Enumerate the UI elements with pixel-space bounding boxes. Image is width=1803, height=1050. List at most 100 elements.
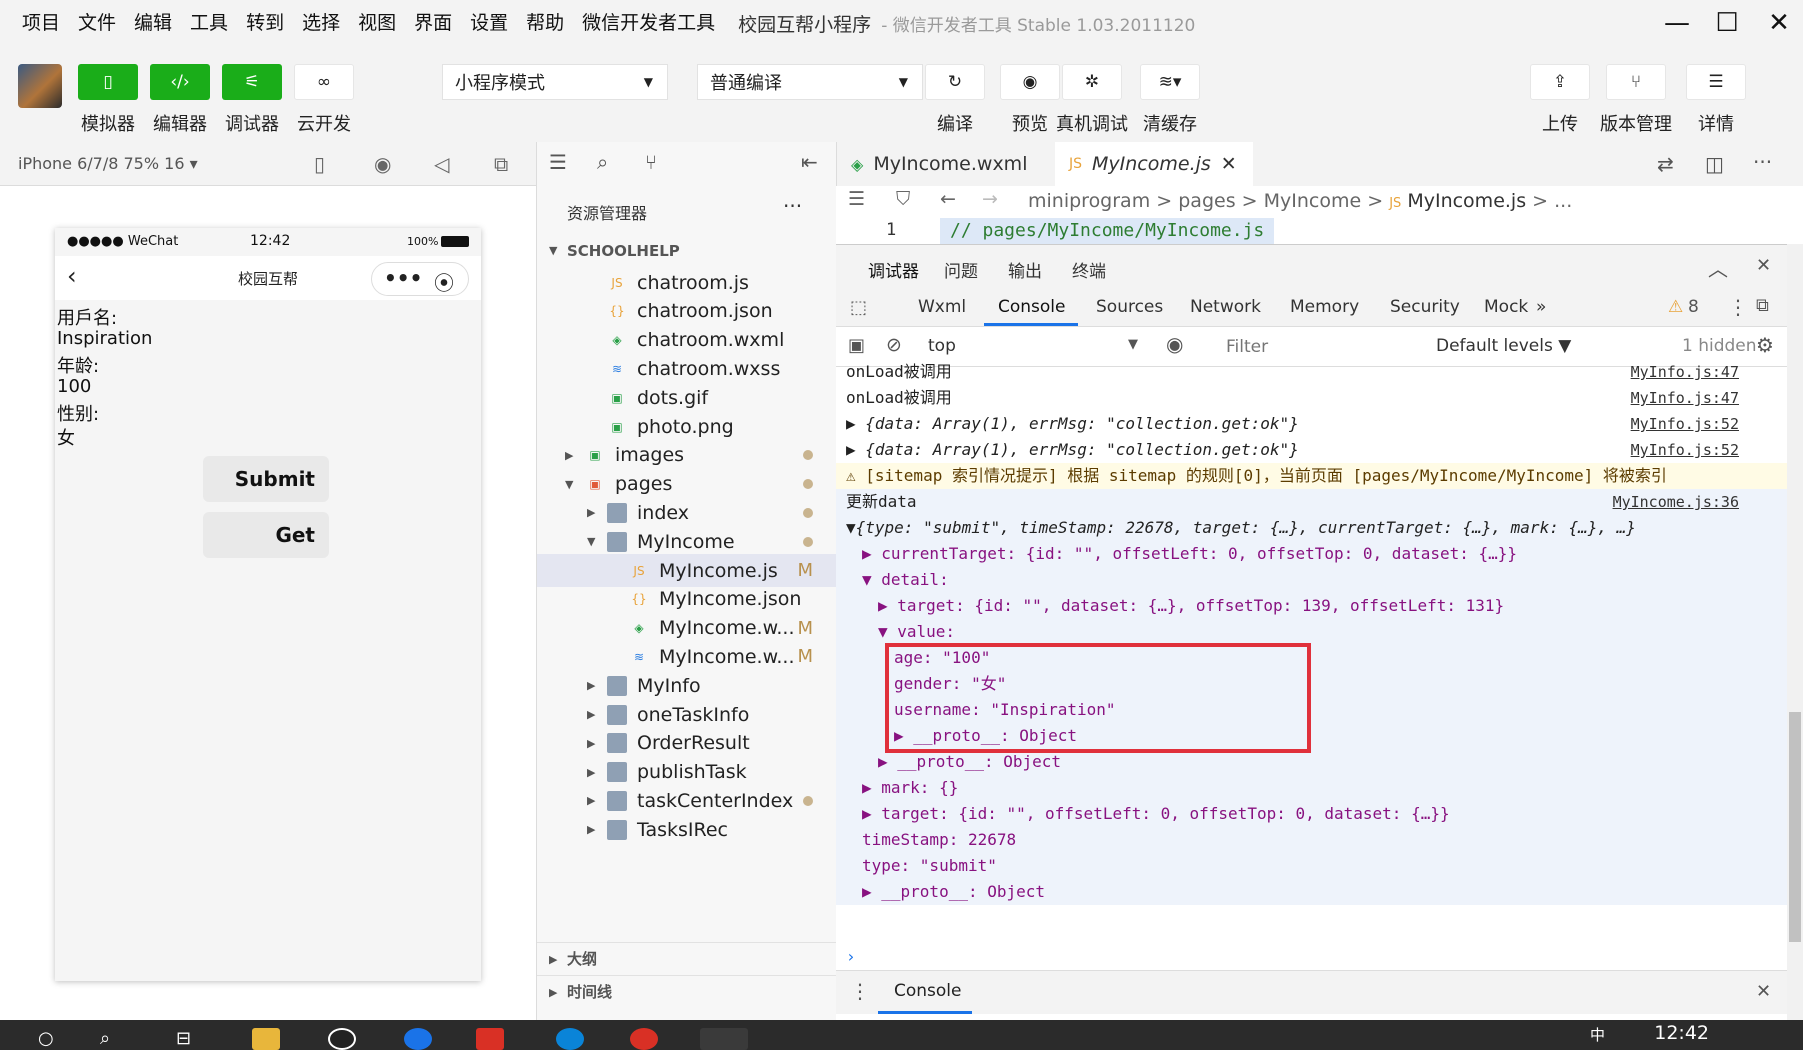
phone-rotate-icon[interactable]: ▯ xyxy=(314,152,325,176)
warning-icon[interactable]: ⚠ xyxy=(1668,297,1683,317)
volume-icon[interactable]: ◁ xyxy=(434,152,449,176)
cloud-dev-button[interactable]: ∞ xyxy=(294,64,354,100)
kebab-menu-icon[interactable]: ⋮ xyxy=(1728,295,1748,319)
tab-console[interactable]: Console xyxy=(998,297,1066,317)
device-select[interactable]: iPhone 6/7/8 75% 16 ▾ xyxy=(18,154,198,173)
chevron-up-icon[interactable]: ︿ xyxy=(1708,253,1728,282)
chevron-right-icon[interactable]: ▶ xyxy=(587,708,595,721)
bookmark-icon[interactable]: ⛉ xyxy=(896,188,910,210)
outline-section[interactable]: ▶ 大纲 xyxy=(537,942,837,975)
tab-memory[interactable]: Memory xyxy=(1290,297,1359,317)
clock[interactable]: 12:42 xyxy=(1654,1022,1709,1044)
task-view-icon[interactable]: ⊟ xyxy=(176,1028,204,1050)
youdao-icon[interactable] xyxy=(476,1028,504,1050)
crumb-file[interactable]: MyIncome.js xyxy=(1407,190,1526,212)
upload-button[interactable]: ⇪ xyxy=(1530,64,1590,100)
close-window-icon[interactable]: ✕ xyxy=(1752,0,1803,46)
avatar[interactable] xyxy=(18,64,62,108)
netease-music-icon[interactable] xyxy=(630,1028,658,1050)
crumb-myincome[interactable]: MyIncome xyxy=(1264,190,1362,212)
chevron-right-icon[interactable]: ▶ xyxy=(587,823,595,836)
console-line[interactable]: ▶ __proto__: Object xyxy=(836,879,1787,905)
search-icon[interactable]: ⌕ xyxy=(100,1028,128,1050)
inspect-icon[interactable]: ⬚ xyxy=(850,297,867,318)
chevron-right-icon[interactable]: ▶ xyxy=(587,766,595,779)
submit-button[interactable]: Submit xyxy=(203,456,329,502)
chevron-right-icon[interactable]: ▶ xyxy=(587,679,595,692)
collapse-panel-icon[interactable]: ⇤ xyxy=(801,150,818,174)
tab-wxml[interactable]: Wxml xyxy=(918,297,966,317)
remote-debug-button[interactable]: ✲ xyxy=(1062,64,1122,100)
log-levels-select[interactable]: Default levels ▼ xyxy=(1436,336,1571,356)
chevron-right-icon[interactable]: ▶ xyxy=(565,449,573,462)
tab-security[interactable]: Security xyxy=(1390,297,1460,317)
context-select[interactable]: top xyxy=(928,336,956,356)
tab-output[interactable]: 输出 xyxy=(1008,257,1042,282)
tree-item-tasksirec[interactable]: ▶ TasksIRec xyxy=(537,813,837,846)
warning-count[interactable]: 8 xyxy=(1688,297,1699,317)
start-icon[interactable]: ○ xyxy=(38,1028,66,1050)
scrollbar-thumb[interactable] xyxy=(1789,712,1801,942)
menu-goto[interactable]: 转到 xyxy=(237,0,293,46)
close-tab-icon[interactable]: ✕ xyxy=(1221,153,1237,175)
details-button[interactable]: ☰ xyxy=(1686,64,1746,100)
tab-mock[interactable]: Mock xyxy=(1484,297,1528,317)
menu-interface[interactable]: 界面 xyxy=(405,0,461,46)
console-line[interactable]: ▼{type: "submit", timeStamp: 22678, targ… xyxy=(836,515,1787,541)
timeline-section[interactable]: ▶ 时间线 xyxy=(537,975,837,1008)
search-icon[interactable]: ⌕ xyxy=(597,150,608,174)
console-warning[interactable]: ⚠ [sitemap 索引情况提示] 根据 sitemap 的规则[0]，当前页… xyxy=(836,463,1787,489)
list-icon[interactable]: ☰ xyxy=(848,188,865,210)
tab-myincome-js[interactable]: JS MyIncome.js ✕ xyxy=(1055,142,1253,186)
console-line[interactable]: ▶ {data: Array(1), errMsg: "collection.g… xyxy=(836,437,1787,463)
crumb-miniprogram[interactable]: miniprogram xyxy=(1028,190,1150,212)
tab-myincome-wxml[interactable]: ◈ MyIncome.wxml xyxy=(837,142,1055,186)
console-line[interactable]: type: "submit" xyxy=(836,853,1787,879)
menu-file[interactable]: 文件 xyxy=(69,0,125,46)
console-line[interactable]: ▶ {data: Array(1), errMsg: "collection.g… xyxy=(836,411,1787,437)
tab-debugger[interactable]: 调试器 xyxy=(868,257,919,282)
compile-select[interactable]: 普通编译 ▼ xyxy=(697,64,923,100)
menu-tools[interactable]: 工具 xyxy=(181,0,237,46)
menu-settings[interactable]: 设置 xyxy=(461,0,517,46)
tab-problems[interactable]: 问题 xyxy=(944,257,978,282)
console-line[interactable]: ▶ target: {id: "", offsetLeft: 0, offset… xyxy=(836,801,1787,827)
source-link[interactable]: MyInfo.js:47 xyxy=(1631,385,1739,411)
chevron-right-icon[interactable]: ▶ xyxy=(587,794,595,807)
more-dots-icon[interactable]: ••• xyxy=(384,266,422,290)
crumb-more[interactable]: ... xyxy=(1554,190,1572,212)
browser-icon[interactable] xyxy=(404,1028,432,1050)
get-button[interactable]: Get xyxy=(203,512,329,558)
menu-project[interactable]: 项目 xyxy=(0,0,69,46)
tab-network[interactable]: Network xyxy=(1190,297,1261,317)
source-link[interactable]: MyInfo.js:47 xyxy=(1631,359,1739,385)
close-circle-icon[interactable]: ⦿ xyxy=(434,267,454,296)
console-filter-input[interactable] xyxy=(1218,333,1418,361)
tab-sources[interactable]: Sources xyxy=(1096,297,1163,317)
menu-wechat-devtools[interactable]: 微信开发者工具 xyxy=(573,0,724,46)
split-editor-icon[interactable]: ◫ xyxy=(1705,152,1724,176)
console-line[interactable]: 更新data MyIncome.js:36 xyxy=(836,489,1787,515)
console-line[interactable]: ▼ value: xyxy=(836,619,1787,645)
forward-arrow-icon[interactable]: → xyxy=(982,188,998,210)
console-line[interactable]: timeStamp: 22678 xyxy=(836,827,1787,853)
drawer-tab-console[interactable]: Console xyxy=(894,981,962,1001)
console-line[interactable]: ▶ mark: {} xyxy=(836,775,1787,801)
file-explorer-icon[interactable] xyxy=(252,1028,280,1050)
source-link[interactable]: MyInfo.js:52 xyxy=(1631,411,1739,437)
clear-console-icon[interactable]: ⊘ xyxy=(886,334,902,356)
console-line[interactable]: ▶ target: {id: "", dataset: {…}, offsetT… xyxy=(836,593,1787,619)
maximize-icon[interactable]: ☐ xyxy=(1700,0,1754,46)
editor-toggle-button[interactable]: ‹/› xyxy=(150,64,210,100)
simulator-toggle-button[interactable]: ▯ xyxy=(78,64,138,100)
minimize-icon[interactable]: — xyxy=(1650,0,1704,46)
source-link[interactable]: MyIncome.js:36 xyxy=(1613,489,1739,515)
more-icon[interactable]: ··· xyxy=(1753,150,1772,174)
chevron-down-icon[interactable]: ▼ xyxy=(587,535,595,548)
more-tabs-icon[interactable]: » xyxy=(1536,297,1546,317)
menu-view[interactable]: 视图 xyxy=(349,0,405,46)
menu-select[interactable]: 选择 xyxy=(293,0,349,46)
undock-icon[interactable]: ⧉ xyxy=(1756,295,1769,316)
capsule-menu[interactable]: ••• ⦿ xyxy=(371,262,469,296)
console-prompt[interactable]: › xyxy=(836,947,1787,970)
